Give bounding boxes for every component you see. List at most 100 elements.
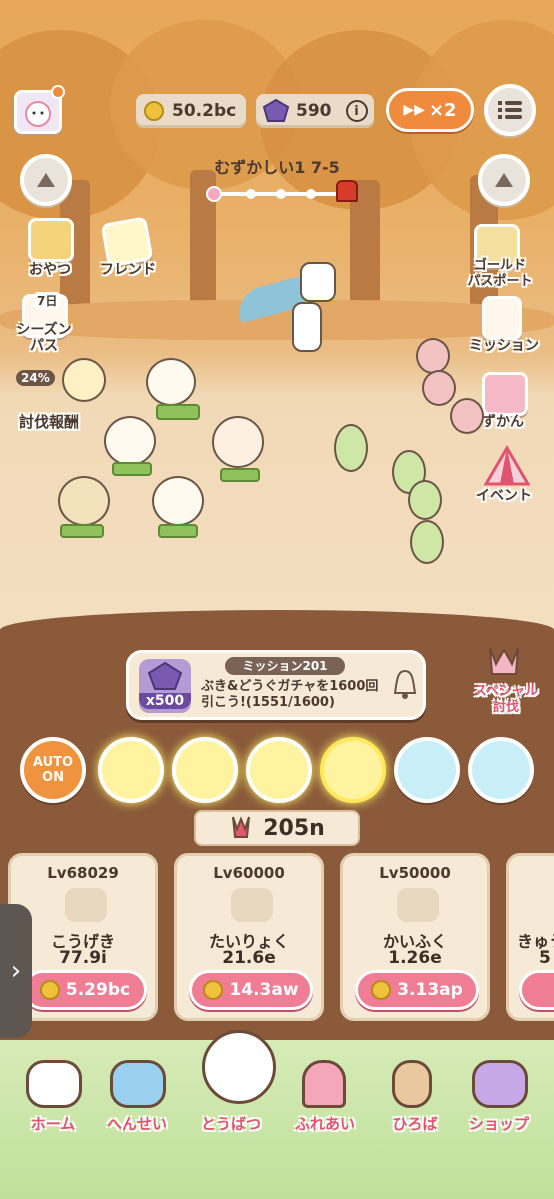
shop-icon [472,1060,528,1108]
nav-label-home: ホーム [30,1115,76,1133]
side-label-reward: 討伐報酬 [18,413,79,431]
trident-icon [489,647,519,675]
auto-toggle[interactable]: AUTO ON [20,737,86,803]
game-screen: 50.2bc 590 i ▶▶ ×2 むずかしい1 7-5 おやつ フレンド 7… [0,0,554,1199]
coin-icon [144,101,164,121]
card-value: 5 [539,948,551,968]
nav-label-shop: ショップ [468,1115,529,1133]
mission-banner[interactable]: x500 ミッション201 ぶき&どうぐガチャを1600回 引こう!(1551/… [126,650,426,720]
fast-forward-icon: ▶▶ [403,102,425,118]
upgrade-button[interactable]: 5.29bc [23,970,147,1010]
coin-icon [39,980,60,1000]
nav-label-battle: とうばつ [200,1115,261,1133]
stage-title: むずかしい1 7-5 [214,158,340,177]
side-label-snack: おやつ [29,262,71,278]
upgrade-button[interactable]: 14.3aw [189,970,313,1010]
snack-icon [28,218,74,262]
enemy-character [334,424,368,472]
skill-slot-3[interactable] [246,737,312,803]
card-level: Lv50000 [379,864,451,882]
nav-label-fureai: ふれあい [294,1115,355,1133]
ally-character [212,416,264,468]
notification-dot [51,85,65,99]
reward-amount: x500 [139,693,191,709]
enemy-character [408,480,442,520]
skill-slot-5[interactable] [394,737,460,803]
card-value: 77.9i [59,948,107,968]
speed-label: ×2 [428,99,457,121]
door-icon [302,1060,346,1108]
scroll-up-right-button[interactable] [478,154,530,206]
attack-icon [65,888,107,922]
coin-amount: 50.2bc [172,101,237,121]
upgrade-button[interactable]: 3.13ap [355,970,479,1010]
skill-slot-4[interactable] [320,737,386,803]
side-drawer-handle[interactable]: › [0,904,32,1038]
mission-title: ミッション201 [225,657,345,675]
team-icon [110,1060,166,1108]
enemy-character [410,520,444,564]
card-level: Lv60000 [213,864,285,882]
upgrade-card-stamina: Lv60000 たいりょく 21.6e 14.3aw [174,853,324,1021]
coin-icon [203,980,224,1000]
nav-label-team: へんせい [106,1115,167,1133]
triangle-up-icon [495,173,513,187]
upgrade-card-heal: Lv50000 かいふく 1.26e 3.13ap [340,853,490,1021]
ally-character [58,476,110,526]
info-icon[interactable]: i [345,100,368,122]
enemy-count: 205n [263,815,325,841]
nav-label-hiroba: ひろば [392,1115,438,1133]
ally-character [62,358,106,402]
skill-slot-1[interactable] [98,737,164,803]
checklist-icon [482,296,522,340]
chevron-right-icon: › [10,956,22,986]
card-value: 1.26e [388,948,442,968]
enemy-character [450,398,484,434]
reward-badge: 24% [16,370,55,386]
card-cost: 5.29bc [65,980,131,1000]
stage-progress [206,184,346,204]
card-value: 21.6e [222,948,276,968]
tent-icon [484,445,530,486]
book-icon [482,372,528,416]
battle-icon [202,1030,276,1104]
side-label-mission: ミッション [469,338,539,354]
skill-slot-6[interactable] [468,737,534,803]
menu-icon [498,101,522,119]
season-pass-badge: 7日 [34,292,61,309]
heart-icon [231,888,273,922]
friend-card-icon [100,216,154,268]
ally-character [146,358,196,406]
upgrade-button[interactable] [519,970,554,1010]
scroll-up-left-button[interactable] [20,154,72,206]
bell-icon [393,669,417,699]
special-battle-label: スペシャル 討伐 [473,684,539,715]
coin-counter: 50.2bc [136,94,246,128]
mission-text: ぶき&どうぐガチャを1600回 引こう!(1551/1600) [201,679,379,710]
gem-reward-icon: x500 [139,659,191,713]
side-label-friend: フレンド [100,262,156,278]
side-label-event: イベント [476,488,532,504]
gem-amount: 590 [296,101,332,121]
enemy-counter: 205n [194,810,360,846]
card-cost: 3.13ap [397,980,463,1000]
skill-slot-2[interactable] [172,737,238,803]
alarm-icon [336,180,358,202]
home-icon [26,1060,82,1108]
side-label-season-pass: シーズン パス [16,322,72,354]
coin-icon [371,980,392,1000]
upgrade-card-partial: きゅう 5 [506,853,554,1021]
menu-button[interactable] [484,84,536,136]
gem-icon [262,99,290,122]
enemy-character [416,338,450,374]
ally-character [104,416,156,466]
triangle-up-icon [37,173,55,187]
profile-icon[interactable] [14,85,65,134]
auto-label: AUTO ON [32,755,74,785]
ally-character [152,476,204,526]
speed-button[interactable]: ▶▶ ×2 [386,88,474,132]
gem-counter: 590 i [256,94,374,128]
side-label-gold-passport: ゴールド パスポート [467,258,533,289]
signpost-icon [392,1060,432,1108]
heal-icon [397,888,439,922]
